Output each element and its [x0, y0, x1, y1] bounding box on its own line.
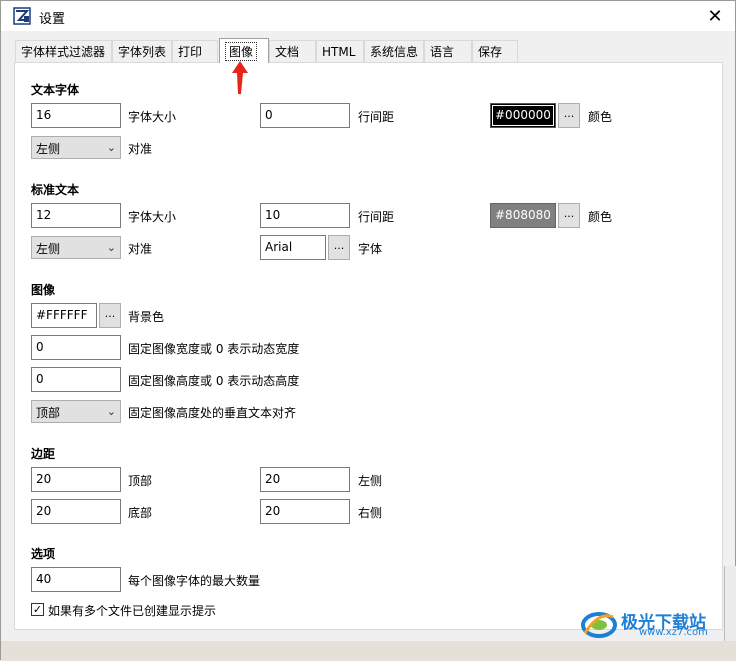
image-height-input[interactable]: 0: [31, 367, 121, 392]
text-color-browse-button[interactable]: ...: [558, 103, 580, 128]
standard-font-label: 字体: [358, 242, 383, 256]
margins-heading: 边距: [31, 447, 56, 461]
image-width-input[interactable]: 0: [31, 335, 121, 360]
options-heading: 选项: [31, 547, 56, 561]
margin-top-input[interactable]: 20: [31, 467, 121, 492]
image-height-label: 固定图像高度或 0 表示动态高度: [128, 374, 300, 388]
standard-font-size-input[interactable]: 12: [31, 203, 121, 228]
chevron-down-icon: ⌄: [106, 241, 116, 254]
text-color-swatch[interactable]: #000000: [490, 103, 556, 128]
show-hint-checkbox[interactable]: ✓: [31, 603, 44, 616]
image-heading: 图像: [31, 283, 56, 297]
tab-html[interactable]: HTML: [316, 40, 364, 62]
image-width-label: 固定图像宽度或 0 表示动态宽度: [128, 342, 300, 356]
margin-left-input[interactable]: 20: [260, 467, 350, 492]
standard-line-spacing-input[interactable]: 10: [260, 203, 350, 228]
tab-font-list[interactable]: 字体列表: [112, 40, 172, 62]
background-color-label: 背景色: [128, 310, 165, 324]
tab-system-info[interactable]: 系统信息: [364, 40, 424, 62]
margin-bottom-label: 底部: [128, 506, 153, 520]
text-line-spacing-label: 行间距: [358, 110, 395, 124]
standard-text-heading: 标准文本: [31, 183, 80, 197]
watermark-url: www.xz7.com: [639, 627, 708, 638]
vertical-align-select[interactable]: 顶部 ⌄: [31, 400, 121, 423]
standard-line-spacing-label: 行间距: [358, 210, 395, 224]
max-fonts-label: 每个图像字体的最大数量: [128, 574, 261, 588]
settings-dialog: 设置 ✕ 字体样式过滤器 字体列表 打印 图像 文档 HTML 系统信息 语言 …: [0, 0, 736, 661]
watermark-logo: 极光下载站 www.xz7.com: [579, 607, 736, 643]
standard-align-select[interactable]: 左侧 ⌄: [31, 236, 121, 259]
standard-color-label: 颜色: [588, 210, 613, 224]
tab-document[interactable]: 文档: [269, 40, 316, 62]
background-taskbar-strip: [1, 641, 736, 661]
text-font-heading: 文本字体: [31, 83, 80, 97]
app-icon: [13, 7, 31, 25]
tab-image[interactable]: 图像: [219, 38, 269, 63]
standard-font-browse-button[interactable]: ...: [328, 235, 350, 260]
title-bar: 设置 ✕: [1, 1, 735, 31]
text-font-size-input[interactable]: 16: [31, 103, 121, 128]
show-hint-label[interactable]: 如果有多个文件已创建显示提示: [48, 602, 216, 619]
text-align-label: 对准: [128, 142, 153, 156]
tab-font-style-filter[interactable]: 字体样式过滤器: [15, 40, 112, 62]
margin-left-label: 左侧: [358, 474, 383, 488]
standard-font-input[interactable]: Arial: [260, 235, 326, 260]
vertical-align-value: 顶部: [36, 406, 61, 420]
window-title: 设置: [39, 12, 66, 27]
margin-right-label: 右侧: [358, 506, 383, 520]
standard-align-value: 左侧: [36, 242, 61, 256]
max-fonts-input[interactable]: 40: [31, 567, 121, 592]
standard-align-label: 对准: [128, 242, 153, 256]
tab-print[interactable]: 打印: [172, 40, 218, 62]
watermark-swirl-icon: [581, 612, 617, 638]
vertical-align-label: 固定图像高度处的垂直文本对齐: [128, 406, 297, 420]
standard-color-swatch[interactable]: #808080: [490, 203, 556, 228]
tab-save[interactable]: 保存: [472, 40, 518, 62]
text-color-label: 颜色: [588, 110, 613, 124]
standard-font-size-label: 字体大小: [128, 210, 177, 224]
text-font-size-label: 字体大小: [128, 110, 177, 124]
chevron-down-icon: ⌄: [106, 405, 116, 418]
image-settings-panel: 文本字体 16 字体大小 0 行间距 #000000 ... 颜色 左侧 ⌄ 对准…: [14, 62, 723, 630]
chevron-down-icon: ⌄: [106, 141, 116, 154]
background-color-input[interactable]: #FFFFFF: [31, 303, 97, 328]
text-line-spacing-input[interactable]: 0: [260, 103, 350, 128]
text-align-value: 左侧: [36, 142, 61, 156]
margin-bottom-input[interactable]: 20: [31, 499, 121, 524]
margin-right-input[interactable]: 20: [260, 499, 350, 524]
standard-color-browse-button[interactable]: ...: [558, 203, 580, 228]
tab-language[interactable]: 语言: [424, 40, 472, 62]
margin-top-label: 顶部: [128, 474, 153, 488]
text-align-select[interactable]: 左侧 ⌄: [31, 136, 121, 159]
close-icon[interactable]: ✕: [695, 1, 735, 31]
background-color-browse-button[interactable]: ...: [99, 303, 121, 328]
annotation-arrow-icon: [232, 61, 248, 94]
